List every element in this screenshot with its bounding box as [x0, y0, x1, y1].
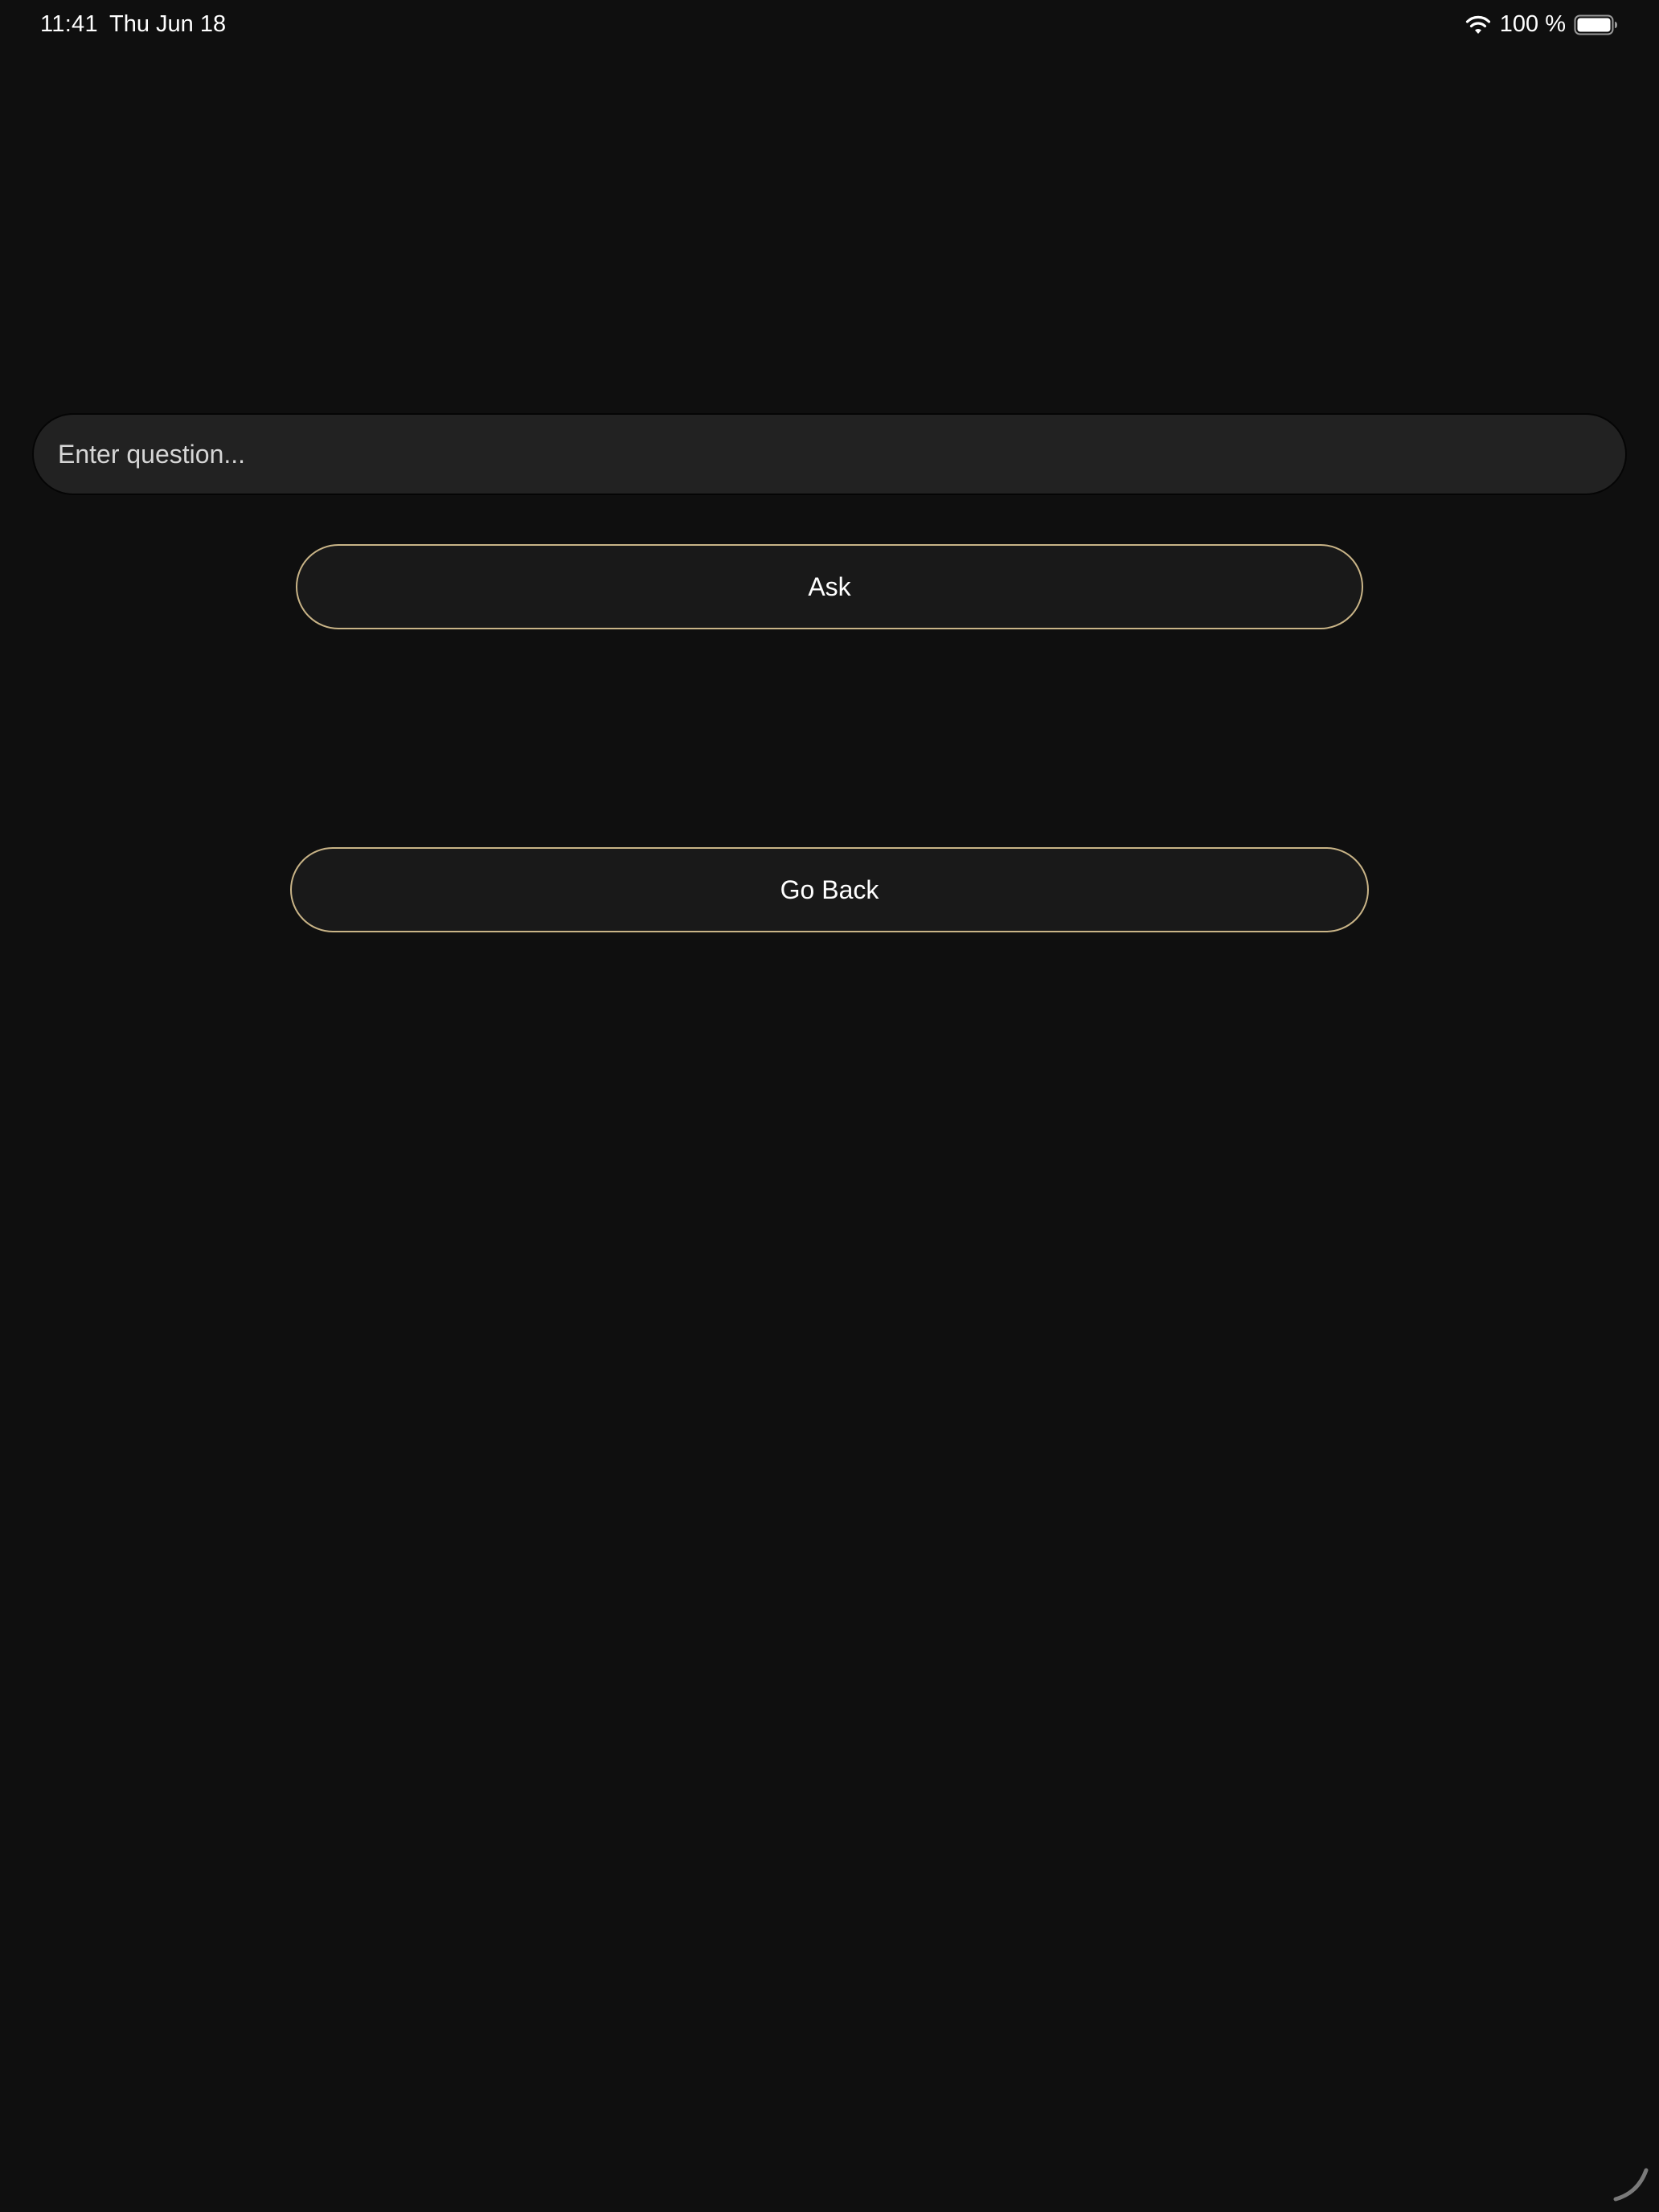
battery-percentage: 100 %	[1499, 11, 1566, 37]
status-date: Thu Jun 18	[109, 11, 227, 37]
status-indicators: 100 %	[1464, 11, 1619, 38]
app-screen: 11:41 Thu Jun 18 100 % Ask	[0, 0, 1659, 2212]
question-input[interactable]	[34, 415, 1625, 494]
wifi-icon	[1464, 14, 1492, 35]
ask-button[interactable]: Ask	[296, 544, 1363, 629]
status-time: 11:41	[40, 11, 98, 37]
resize-corner-icon	[1611, 2164, 1651, 2204]
go-back-button-label: Go Back	[780, 875, 879, 904]
go-back-button[interactable]: Go Back	[290, 847, 1369, 932]
question-input-container[interactable]	[32, 413, 1627, 495]
ask-button-label: Ask	[808, 571, 851, 601]
battery-full-icon	[1574, 14, 1619, 35]
status-bar: 11:41 Thu Jun 18 100 %	[0, 0, 1659, 51]
